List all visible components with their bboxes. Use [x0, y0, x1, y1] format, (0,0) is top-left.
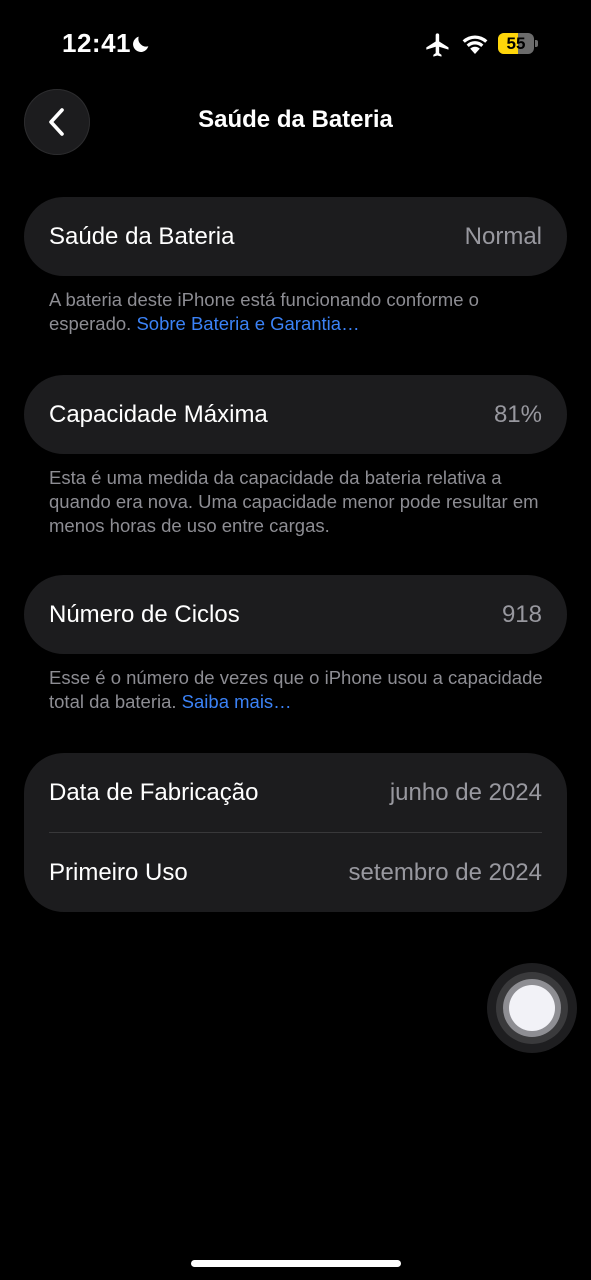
cycle-count-footnote: Esse é o número de vezes que o iPhone us… — [49, 666, 549, 714]
assistive-touch-icon — [496, 972, 568, 1044]
battery-warranty-link[interactable]: Sobre Bateria e Garantia… — [136, 313, 359, 334]
battery-health-card: Saúde da Bateria Normal — [24, 197, 567, 276]
first-use-label: Primeiro Uso — [49, 858, 188, 886]
max-capacity-value: 81% — [493, 400, 542, 428]
first-use-row: Primeiro Uso setembro de 2024 — [24, 833, 567, 912]
dates-card: Data de Fabricação junho de 2024 Primeir… — [24, 753, 567, 912]
max-capacity-footnote: Esta é uma medida da capacidade da bater… — [49, 467, 539, 536]
cycle-count-card: Número de Ciclos 918 — [24, 575, 567, 654]
manufacture-date-row: Data de Fabricação junho de 2024 — [24, 753, 567, 832]
battery-level: 55 — [506, 34, 526, 53]
max-capacity-row: Capacidade Máxima 81% — [24, 375, 567, 454]
wifi-icon — [462, 35, 488, 54]
status-bar: 12:41 55 — [0, 0, 591, 88]
airplane-icon — [426, 33, 449, 57]
home-indicator[interactable] — [191, 1260, 401, 1267]
manufacture-date-value: junho de 2024 — [389, 778, 542, 806]
max-capacity-card: Capacidade Máxima 81% — [24, 375, 567, 454]
assistive-touch-button[interactable] — [487, 963, 577, 1053]
battery-health-label: Saúde da Bateria — [49, 222, 235, 250]
cycle-count-row: Número de Ciclos 918 — [24, 575, 567, 654]
first-use-value: setembro de 2024 — [348, 858, 542, 886]
battery-icon: 55 — [498, 33, 538, 54]
cycle-count-footnote-text: Esse é o número de vezes que o iPhone us… — [49, 667, 543, 712]
cycle-count-value: 918 — [501, 600, 542, 628]
status-time: 12:41 — [62, 28, 131, 58]
moon-icon — [133, 36, 149, 52]
battery-health-row: Saúde da Bateria Normal — [24, 197, 567, 276]
page-title: Saúde da Bateria — [198, 106, 393, 133]
battery-health-footnote: A bateria deste iPhone está funcionando … — [49, 288, 549, 336]
cycle-count-label: Número de Ciclos — [49, 600, 240, 628]
battery-health-value: Normal — [464, 222, 542, 250]
learn-more-link[interactable]: Saiba mais… — [182, 691, 292, 712]
max-capacity-label: Capacidade Máxima — [49, 400, 268, 428]
manufacture-date-label: Data de Fabricação — [49, 778, 259, 806]
